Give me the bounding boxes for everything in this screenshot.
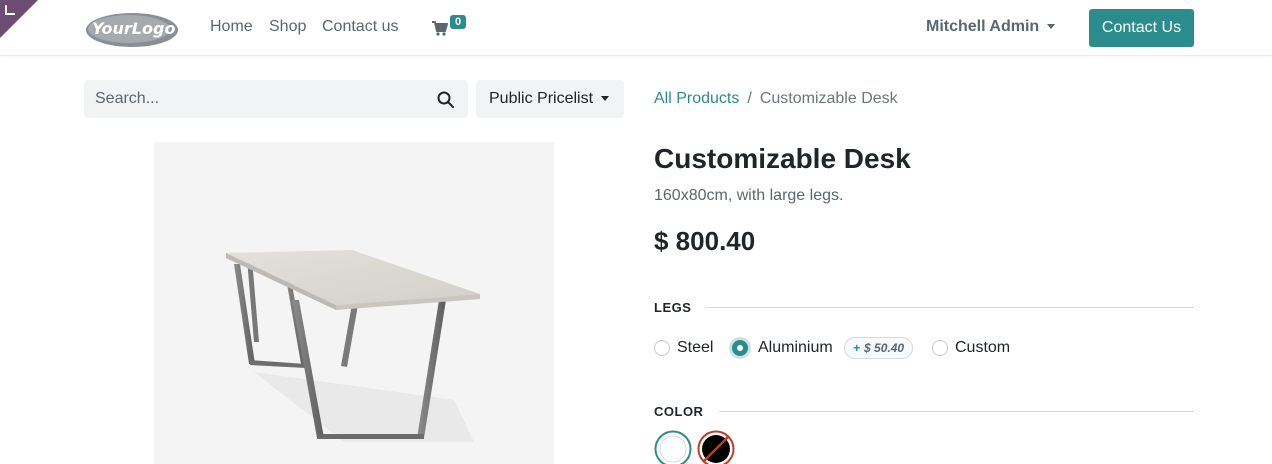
corner-arrow-icon	[5, 5, 15, 15]
breadcrumb-separator: /	[747, 90, 752, 107]
user-name: Mitchell Admin	[926, 18, 1040, 35]
product-price: $ 800.40	[654, 226, 756, 256]
legs-option-steel[interactable]: Steel	[654, 338, 719, 360]
contact-us-button[interactable]: Contact Us	[1089, 9, 1194, 47]
radio-button[interactable]	[654, 340, 670, 356]
legs-option-aluminium[interactable]: Aluminium + $ 50.40	[732, 337, 914, 360]
color-swatch-black-unavailable[interactable]	[697, 430, 735, 464]
product-search	[84, 80, 468, 118]
nav-home[interactable]: Home	[210, 18, 253, 36]
cart-count-badge: 0	[450, 15, 467, 29]
product-image[interactable]	[154, 142, 554, 464]
site-header: YourLogo Home Shop Contact us 0 Mitchell…	[0, 0, 1272, 56]
pricelist-dropdown[interactable]: Public Pricelist	[476, 80, 624, 118]
breadcrumb-all-products[interactable]: All Products	[654, 90, 739, 107]
legs-option-custom[interactable]: Custom	[932, 338, 1012, 360]
extra-price-value: $ 50.40	[864, 341, 905, 355]
svg-text:YourLogo: YourLogo	[92, 19, 175, 38]
option-label: Aluminium	[758, 339, 833, 356]
option-label: Custom	[955, 339, 1011, 356]
chevron-down-icon	[1047, 24, 1056, 30]
product-title: Customizable Desk	[654, 143, 911, 174]
option-label: Steel	[677, 339, 714, 356]
radio-button[interactable]	[932, 340, 948, 356]
search-icon[interactable]	[437, 91, 454, 108]
radio-button-selected[interactable]	[732, 340, 748, 356]
attribute-heading-legs: LEGS	[654, 300, 692, 315]
attribute-divider	[719, 411, 1194, 412]
nav-contact-us[interactable]: Contact us	[322, 18, 398, 36]
attribute-divider	[705, 307, 1194, 308]
cart-icon[interactable]	[431, 20, 448, 36]
chevron-down-icon	[601, 96, 610, 102]
desk-illustration	[226, 250, 480, 442]
nav-shop[interactable]: Shop	[269, 18, 306, 36]
site-logo[interactable]: YourLogo	[84, 10, 179, 48]
extra-price-sign: +	[853, 341, 861, 355]
breadcrumb-current: Customizable Desk	[759, 90, 898, 107]
user-menu[interactable]: Mitchell Admin	[926, 18, 1056, 36]
product-description: 160x80cm, with large legs.	[654, 187, 844, 204]
breadcrumb: All Products / Customizable Desk	[654, 90, 898, 108]
attribute-heading-color: COLOR	[654, 404, 704, 419]
extra-price-badge: + $ 50.40	[844, 337, 914, 359]
color-swatch-white[interactable]	[654, 430, 692, 464]
search-input[interactable]	[84, 80, 414, 118]
pricelist-label: Public Pricelist	[489, 90, 594, 107]
